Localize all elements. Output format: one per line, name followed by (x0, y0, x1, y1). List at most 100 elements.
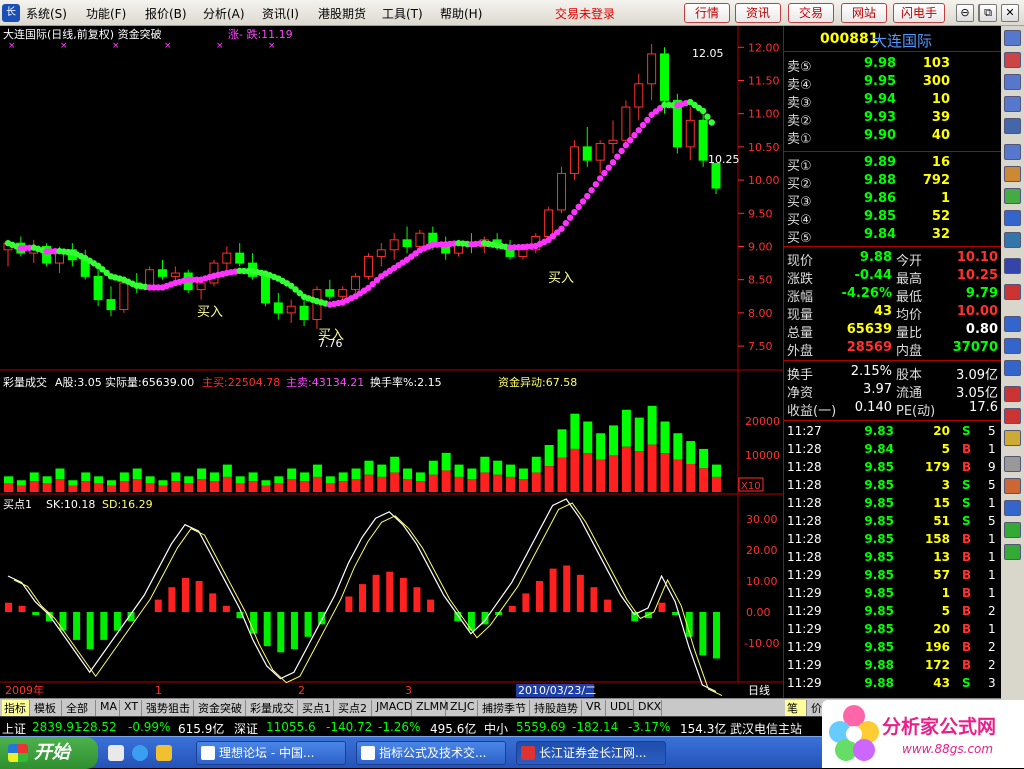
task-button[interactable]: 理想论坛 - 中国... (196, 741, 346, 765)
toolbar-icon[interactable] (1004, 456, 1021, 472)
order-book-row[interactable]: 卖② 9.93 39 (784, 110, 1002, 129)
close-button[interactable]: ✕ (1001, 4, 1019, 22)
tab-indicator[interactable]: 彩量成交 (248, 700, 298, 716)
tab-indicator[interactable]: UDL (608, 700, 634, 716)
toolbar-icon[interactable] (1004, 166, 1021, 182)
toolbar-icon[interactable] (1004, 188, 1021, 204)
x-marker: × (164, 41, 172, 51)
toolbar-icon[interactable] (1004, 258, 1021, 274)
toolbar-icon[interactable] (1004, 144, 1021, 160)
menu-analysis[interactable]: 分析(A) (203, 5, 245, 22)
menu-quote[interactable]: 报价(B) (145, 5, 187, 22)
toolbar-icon[interactable] (1004, 52, 1021, 68)
tab-indicator[interactable]: MA (98, 700, 120, 716)
toolbar-icon[interactable] (1004, 430, 1021, 446)
tick-side: B (962, 460, 972, 474)
order-book-row[interactable]: 买③ 9.86 1 (784, 191, 1002, 210)
tick-price: 9.85 (864, 460, 894, 474)
period-label[interactable]: 日线 (748, 683, 770, 697)
tick-row: 11:28 9.85 158 B 1 (784, 532, 1002, 550)
start-button[interactable]: 开始 (0, 737, 98, 769)
quicklaunch-desktop-icon[interactable] (108, 745, 124, 761)
order-book-row[interactable]: 卖④ 9.95 300 (784, 74, 1002, 93)
stat-value: 43 (873, 304, 892, 319)
task-button[interactable]: 长江证券金长江网... (516, 741, 666, 765)
toolbar-icon[interactable] (1004, 316, 1021, 332)
order-book-row[interactable]: 买⑤ 9.84 32 (784, 227, 1002, 246)
tab-indicator[interactable]: XT (122, 700, 142, 716)
tab-indicator[interactable]: 资金突破 (196, 700, 246, 716)
tab-panel[interactable]: 笔 (785, 700, 807, 716)
pencil-icon[interactable] (1004, 478, 1021, 494)
menu-help[interactable]: 帮助(H) (440, 5, 482, 22)
ticker-item: -3.17% (628, 720, 671, 734)
trade-button[interactable]: 交易 (788, 3, 834, 23)
tab-indicator[interactable]: 全部 (64, 700, 96, 716)
tab-indicator[interactable]: 捕捞季节 (480, 700, 530, 716)
tick-count: 3 (988, 676, 996, 690)
menu-hk-futures[interactable]: 港股期货 (318, 5, 366, 22)
tab-indicator[interactable]: 买点2 (336, 700, 372, 716)
ticker-item: -182.14 (572, 720, 619, 734)
order-volume: 10 (931, 92, 950, 107)
toolbar-icon[interactable] (1004, 30, 1021, 46)
candle-body (595, 143, 605, 161)
toolbar-icon[interactable] (1004, 232, 1021, 248)
quicklaunch-folder-icon[interactable] (156, 745, 172, 761)
toolbar-icon[interactable] (1004, 386, 1021, 402)
tick-count: 2 (988, 604, 996, 618)
menu-info[interactable]: 资讯(I) (262, 5, 299, 22)
help-round-icon[interactable]: ⊖ (956, 4, 974, 22)
website-button[interactable]: 网站 (841, 3, 887, 23)
quicklaunch-ie-icon[interactable] (132, 745, 148, 761)
toolbar-icon[interactable] (1004, 96, 1021, 112)
tab-indicator[interactable]: 指标 (2, 700, 30, 716)
right-toolbar (1001, 26, 1024, 726)
price-axis-label: 10.00 (748, 174, 780, 187)
tick-time: 11:29 (787, 586, 822, 600)
quote-button[interactable]: 行情 (684, 3, 730, 23)
ticker-item: -0.99% (128, 720, 171, 734)
news-button[interactable]: 资讯 (735, 3, 781, 23)
toolbar-icon[interactable] (1004, 118, 1021, 134)
tick-time: 11:28 (787, 496, 822, 510)
menu-system[interactable]: 系统(S) (26, 5, 67, 22)
fund-label: 净资 (787, 386, 814, 401)
tab-indicator[interactable]: 模板 (32, 700, 62, 716)
volume-bar (660, 421, 670, 454)
restore-button[interactable]: ⧉ (979, 4, 997, 22)
candle-body (660, 53, 670, 101)
chart-area[interactable]: 12.00 11.50 11.00 10.50 10.00 9.50 9.00 8.50 8.0… (0, 26, 783, 698)
tick-price: 9.85 (864, 514, 894, 528)
tab-indicator[interactable]: JMACD (374, 700, 412, 716)
toolbar-icon[interactable] (1004, 284, 1021, 300)
order-book-row[interactable]: 卖① 9.90 40 (784, 128, 1002, 147)
menu-function[interactable]: 功能(F) (86, 5, 126, 22)
tab-indicator[interactable]: VR (584, 700, 606, 716)
tab-indicator[interactable]: ZLJC (448, 700, 478, 716)
flash-trader-button[interactable]: 闪电手 (893, 3, 945, 23)
tab-indicator[interactable]: 持股趋势 (532, 700, 582, 716)
toolbar-icon[interactable] (1004, 360, 1021, 376)
toolbar-icon[interactable] (1004, 338, 1021, 354)
order-book-row[interactable]: 卖⑤ 9.98 103 (784, 56, 1002, 75)
toolbar-icon[interactable] (1004, 210, 1021, 226)
toolbar-icon[interactable] (1004, 74, 1021, 90)
arrow-up-icon[interactable] (1004, 522, 1021, 538)
order-book-row[interactable]: 买① 9.89 16 (784, 155, 1002, 174)
task-button[interactable]: 指标公式及技术交... (356, 741, 506, 765)
tab-indicator[interactable]: ZLMM (414, 700, 449, 716)
order-book-row[interactable]: 买② 9.88 792 (784, 173, 1002, 192)
toolbar-icon[interactable] (1004, 408, 1021, 424)
tab-indicator[interactable]: 强势狙击 (144, 700, 194, 716)
tab-indicator[interactable]: 买点1 (300, 700, 334, 716)
macd-bar (563, 565, 571, 612)
arrow-down-icon[interactable] (1004, 544, 1021, 560)
order-book-row[interactable]: 卖③ 9.94 10 (784, 92, 1002, 111)
volume-bar (377, 476, 387, 492)
order-book-row[interactable]: 买④ 9.85 52 (784, 209, 1002, 228)
kline-chart[interactable]: 12.0011.5011.0010.5010.009.509.008.508.0… (0, 26, 783, 698)
move-icon[interactable] (1004, 500, 1021, 516)
tab-indicator[interactable]: DKX (636, 700, 662, 716)
menu-tools[interactable]: 工具(T) (382, 5, 423, 22)
